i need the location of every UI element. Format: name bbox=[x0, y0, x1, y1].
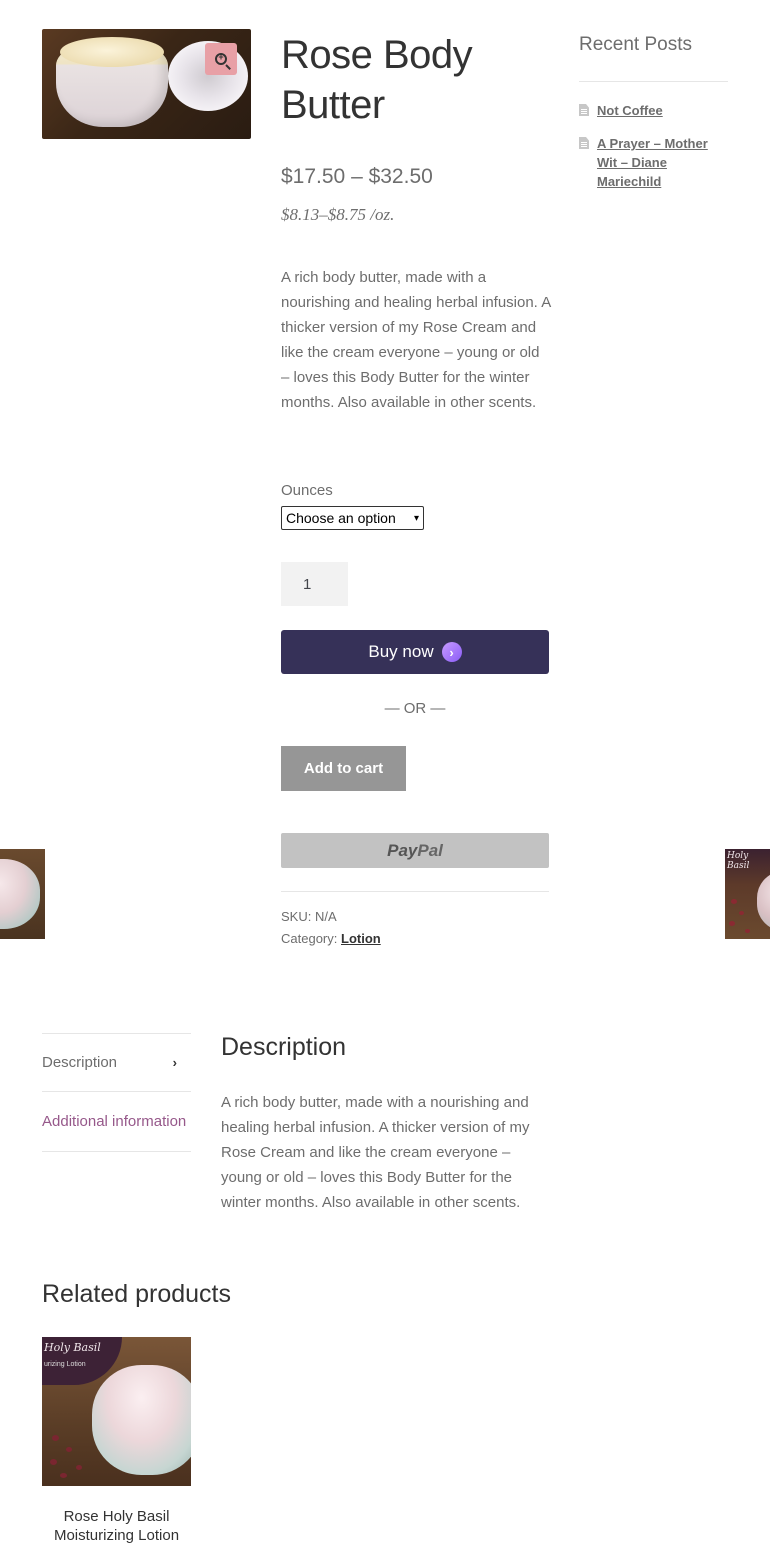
tab-additional-information[interactable]: Additional information bbox=[42, 1091, 191, 1152]
product-tabs: Description › Additional information bbox=[42, 1033, 191, 1152]
next-thumb-text: Holy Basil bbox=[727, 851, 750, 871]
petal bbox=[76, 1465, 82, 1470]
label-script: Holy Basil bbox=[44, 1341, 101, 1354]
category-link[interactable]: Lotion bbox=[341, 931, 381, 946]
add-to-cart-button[interactable]: Add to cart bbox=[281, 746, 406, 791]
category: Category: Lotion bbox=[281, 931, 381, 946]
tab-description-label: Description bbox=[42, 1054, 118, 1071]
petal bbox=[745, 929, 750, 933]
chevron-down-icon: ▾ bbox=[413, 512, 419, 524]
paypal-logo-pal: Pal bbox=[417, 840, 443, 860]
tab-description[interactable]: Description › bbox=[42, 1033, 191, 1091]
petal bbox=[52, 1435, 59, 1441]
arrow-right-icon: › bbox=[441, 642, 462, 662]
related-product-name[interactable]: Rose Holy Basil Moisturizing Lotion bbox=[42, 1507, 191, 1545]
related-products-heading: Related products bbox=[42, 1280, 232, 1308]
jar-image-part bbox=[92, 1365, 191, 1475]
quantity-input[interactable]: 1 bbox=[281, 562, 348, 606]
ounces-select[interactable]: Choose an option ▾ bbox=[281, 506, 424, 530]
petal bbox=[731, 899, 737, 904]
recent-post-item: Not Coffee bbox=[579, 101, 729, 120]
petal bbox=[739, 911, 744, 915]
chevron-right-icon: › bbox=[172, 1055, 177, 1070]
short-description: A rich body butter, made with a nourishi… bbox=[281, 269, 551, 411]
petal bbox=[50, 1459, 57, 1465]
description-heading: Description bbox=[221, 1033, 347, 1061]
cream-surface bbox=[60, 37, 164, 67]
buy-now-label: Buy now bbox=[368, 642, 434, 661]
category-label: Category: bbox=[281, 931, 338, 946]
divider bbox=[281, 891, 549, 892]
sidebar-divider bbox=[579, 81, 728, 82]
petal bbox=[66, 1447, 72, 1452]
product-price: $17.50 – $32.50 bbox=[281, 165, 433, 188]
zoom-in-icon bbox=[215, 52, 227, 65]
document-icon bbox=[579, 137, 589, 149]
petal bbox=[729, 921, 735, 926]
jar-image-part bbox=[0, 859, 40, 929]
jar-image-part bbox=[757, 871, 770, 931]
description-body: A rich body butter, made with a nourishi… bbox=[221, 1094, 530, 1211]
document-icon bbox=[579, 104, 589, 116]
zoom-button[interactable] bbox=[205, 43, 237, 75]
or-separator: — OR — bbox=[384, 700, 446, 717]
sku: SKU: N/A bbox=[281, 909, 337, 924]
sidebar-title: Recent Posts bbox=[579, 34, 692, 55]
buy-now-button[interactable]: Buy now › bbox=[281, 630, 549, 674]
product-image[interactable] bbox=[42, 29, 251, 139]
label-subtext: urizing Lotion bbox=[44, 1361, 86, 1368]
previous-product-thumb[interactable] bbox=[0, 849, 45, 939]
petal bbox=[60, 1473, 67, 1478]
recent-post-item: A Prayer – Mother Wit – Diane Mariechild bbox=[579, 134, 729, 191]
ounces-select-value: Choose an option bbox=[286, 510, 396, 526]
related-product-image[interactable]: Holy Basil urizing Lotion bbox=[42, 1337, 191, 1486]
paypal-logo-pay: Pay bbox=[387, 840, 418, 860]
paypal-button[interactable]: Pay Pal bbox=[281, 833, 549, 868]
recent-post-link[interactable]: A Prayer – Mother Wit – Diane Mariechild bbox=[597, 134, 729, 191]
unit-price: $8.13–$8.75 /oz. bbox=[281, 205, 395, 224]
variation-label: Ounces bbox=[281, 482, 333, 499]
next-product-thumb[interactable]: Holy Basil bbox=[725, 849, 770, 939]
recent-post-link[interactable]: Not Coffee bbox=[597, 101, 663, 120]
product-title: Rose Body Butter bbox=[281, 33, 473, 127]
